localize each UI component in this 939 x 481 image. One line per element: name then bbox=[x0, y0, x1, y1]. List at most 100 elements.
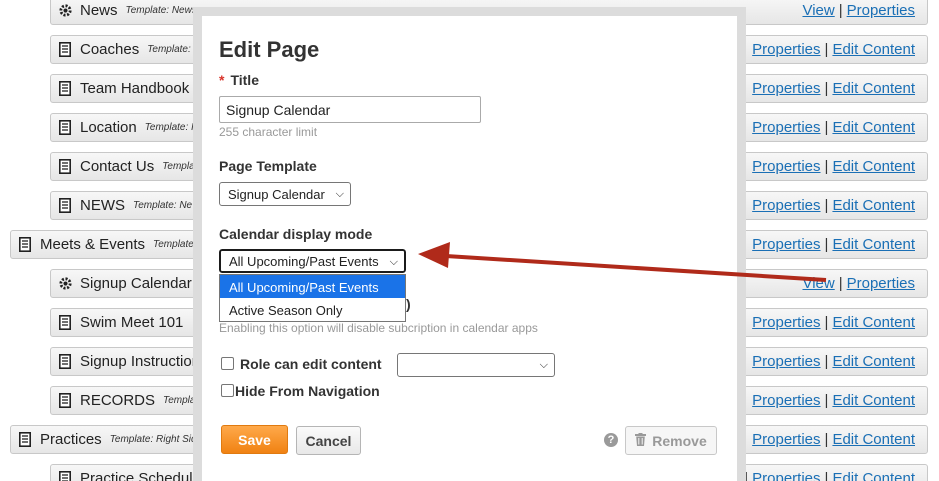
tree-row-links: Properties | Edit Content bbox=[752, 431, 915, 448]
calendar-mode-label: Calendar display mode bbox=[219, 226, 373, 242]
page-icon bbox=[57, 393, 73, 409]
tree-row-link-properties[interactable]: Properties bbox=[752, 431, 820, 448]
page-icon bbox=[17, 237, 33, 253]
tree-row-links: Properties | Edit Content bbox=[752, 314, 915, 331]
save-button[interactable]: Save bbox=[221, 425, 288, 454]
role-edit-checkbox[interactable] bbox=[221, 357, 234, 370]
tree-row-link-properties[interactable]: Properties bbox=[752, 470, 820, 481]
chevron-down-icon: ⌵ bbox=[389, 256, 398, 268]
tree-row-link-edit-content[interactable]: Edit Content bbox=[832, 392, 915, 409]
tree-row-link-edit-content[interactable]: Edit Content bbox=[832, 353, 915, 370]
tree-row-link-edit-content[interactable]: Edit Content bbox=[832, 41, 915, 58]
tree-row-link-properties[interactable]: Properties bbox=[752, 353, 820, 370]
tree-row-name: Coaches bbox=[80, 41, 140, 58]
tree-row-template: Templa bbox=[163, 395, 196, 406]
tree-row-name: News bbox=[80, 2, 118, 19]
tree-row-link-properties[interactable]: Properties bbox=[752, 314, 820, 331]
option-active-season[interactable]: Active Season Only bbox=[220, 298, 405, 321]
link-separator: | bbox=[838, 275, 843, 292]
tree-row-links: Properties | Edit Content bbox=[752, 158, 915, 175]
tree-row-template: Template: I bbox=[144, 122, 194, 133]
chevron-down-icon: ⌵ bbox=[539, 359, 548, 371]
page-icon bbox=[57, 354, 73, 370]
link-separator: | bbox=[824, 119, 829, 136]
tree-row-link-properties[interactable]: Properties bbox=[752, 80, 820, 97]
tree-row-link-edit-content[interactable]: Edit Content bbox=[832, 314, 915, 331]
subscription-hint: Enabling this option will disable subcri… bbox=[219, 321, 538, 335]
link-separator: | bbox=[824, 470, 829, 481]
required-mark: * bbox=[219, 72, 225, 88]
tree-row-link-edit-content[interactable]: Edit Content bbox=[832, 431, 915, 448]
tree-row-name: Meets & Events bbox=[40, 236, 146, 253]
hidden-option-label: ) bbox=[406, 296, 411, 312]
tree-row-link-properties[interactable]: Properties bbox=[752, 197, 820, 214]
tree-row-links: Properties | Edit Content bbox=[752, 41, 915, 58]
tree-row-name: Signup Instruction bbox=[80, 353, 201, 370]
tree-row-name: RECORDS bbox=[80, 392, 156, 409]
cancel-button[interactable]: Cancel bbox=[296, 426, 361, 455]
tree-row-template: Template: Right Sid bbox=[109, 434, 197, 445]
tree-row-link-view[interactable]: View bbox=[802, 2, 834, 19]
tree-row-link-edit-content[interactable]: Edit Content bbox=[832, 158, 915, 175]
tree-row-name: Practice Schedule bbox=[80, 470, 201, 481]
page-template-label: Page Template bbox=[219, 158, 317, 174]
tree-row-template: Template: Ne bbox=[133, 200, 193, 211]
tree-row-links: View | Properties bbox=[802, 2, 915, 19]
tree-row-template: Templa bbox=[162, 161, 195, 172]
tree-row-link-properties[interactable]: Properties bbox=[847, 2, 915, 19]
tree-row-link-properties[interactable]: Properties bbox=[752, 158, 820, 175]
tree-row-link-properties[interactable]: Properties bbox=[752, 236, 820, 253]
page-icon bbox=[57, 81, 73, 97]
role-select[interactable]: ⌵ bbox=[397, 353, 555, 377]
hide-nav-checkbox[interactable] bbox=[221, 384, 234, 397]
tree-row-link-properties[interactable]: Properties bbox=[752, 392, 820, 409]
page-icon bbox=[17, 432, 33, 448]
tree-row-name: Swim Meet 101 bbox=[80, 314, 184, 331]
tree-row-links: Properties | Edit Content bbox=[752, 119, 915, 136]
option-all-upcoming[interactable]: All Upcoming/Past Events bbox=[220, 275, 405, 298]
tree-row-template: Template bbox=[153, 239, 194, 250]
help-icon[interactable]: ? bbox=[604, 433, 618, 447]
tree-row-link-view[interactable]: View bbox=[802, 275, 834, 292]
tree-row-name: Team Handbook bbox=[80, 80, 190, 97]
remove-button[interactable]: Remove bbox=[625, 426, 717, 455]
tree-row-name: Practices bbox=[40, 431, 102, 448]
tree-row-name: Contact Us bbox=[80, 158, 155, 175]
tree-row-links: View | Properties bbox=[802, 275, 915, 292]
trash-icon bbox=[635, 432, 647, 449]
page-template-select[interactable]: Signup Calendar ⌵ bbox=[219, 182, 351, 206]
page-icon bbox=[57, 315, 73, 331]
link-separator: | bbox=[824, 158, 829, 175]
tree-row-template: Template: bbox=[147, 44, 191, 55]
page-icon bbox=[57, 471, 73, 481]
calendar-mode-dropdown: All Upcoming/Past Events Active Season O… bbox=[219, 274, 406, 322]
tree-row-link-properties[interactable]: Properties bbox=[752, 119, 820, 136]
link-separator: | bbox=[824, 236, 829, 253]
tree-row-link-edit-content[interactable]: Edit Content bbox=[832, 236, 915, 253]
tree-row-link-edit-content[interactable]: Edit Content bbox=[832, 80, 915, 97]
modal-title: Edit Page bbox=[219, 37, 320, 62]
calendar-mode-select[interactable]: All Upcoming/Past Events ⌵ bbox=[218, 248, 407, 274]
title-hint: 255 character limit bbox=[219, 125, 318, 139]
edit-page-modal: Edit Page *Title 255 character limit Pag… bbox=[193, 7, 746, 481]
tree-row-link-properties[interactable]: Properties bbox=[847, 275, 915, 292]
page-icon bbox=[57, 198, 73, 214]
chevron-down-icon: ⌵ bbox=[335, 188, 344, 200]
tree-row-links: Properties | Edit Content bbox=[752, 353, 915, 370]
page-icon bbox=[57, 120, 73, 136]
tree-row-link-edit-content[interactable]: Edit Content bbox=[832, 119, 915, 136]
tree-row-links: Properties | Edit Content bbox=[752, 80, 915, 97]
link-separator: | bbox=[824, 197, 829, 214]
gear-icon bbox=[57, 3, 73, 19]
page-icon bbox=[57, 42, 73, 58]
link-separator: | bbox=[824, 41, 829, 58]
tree-row-link-edit-content[interactable]: Edit Content bbox=[832, 197, 915, 214]
link-separator: | bbox=[824, 431, 829, 448]
tree-row-link-edit-content[interactable]: Edit Content bbox=[832, 470, 915, 481]
tree-row-link-properties[interactable]: Properties bbox=[752, 41, 820, 58]
gear-icon bbox=[57, 276, 73, 292]
hide-nav-label: Hide From Navigation bbox=[235, 383, 380, 399]
title-input[interactable] bbox=[219, 96, 481, 123]
link-separator: | bbox=[824, 392, 829, 409]
title-label: * Title bbox=[219, 72, 259, 88]
